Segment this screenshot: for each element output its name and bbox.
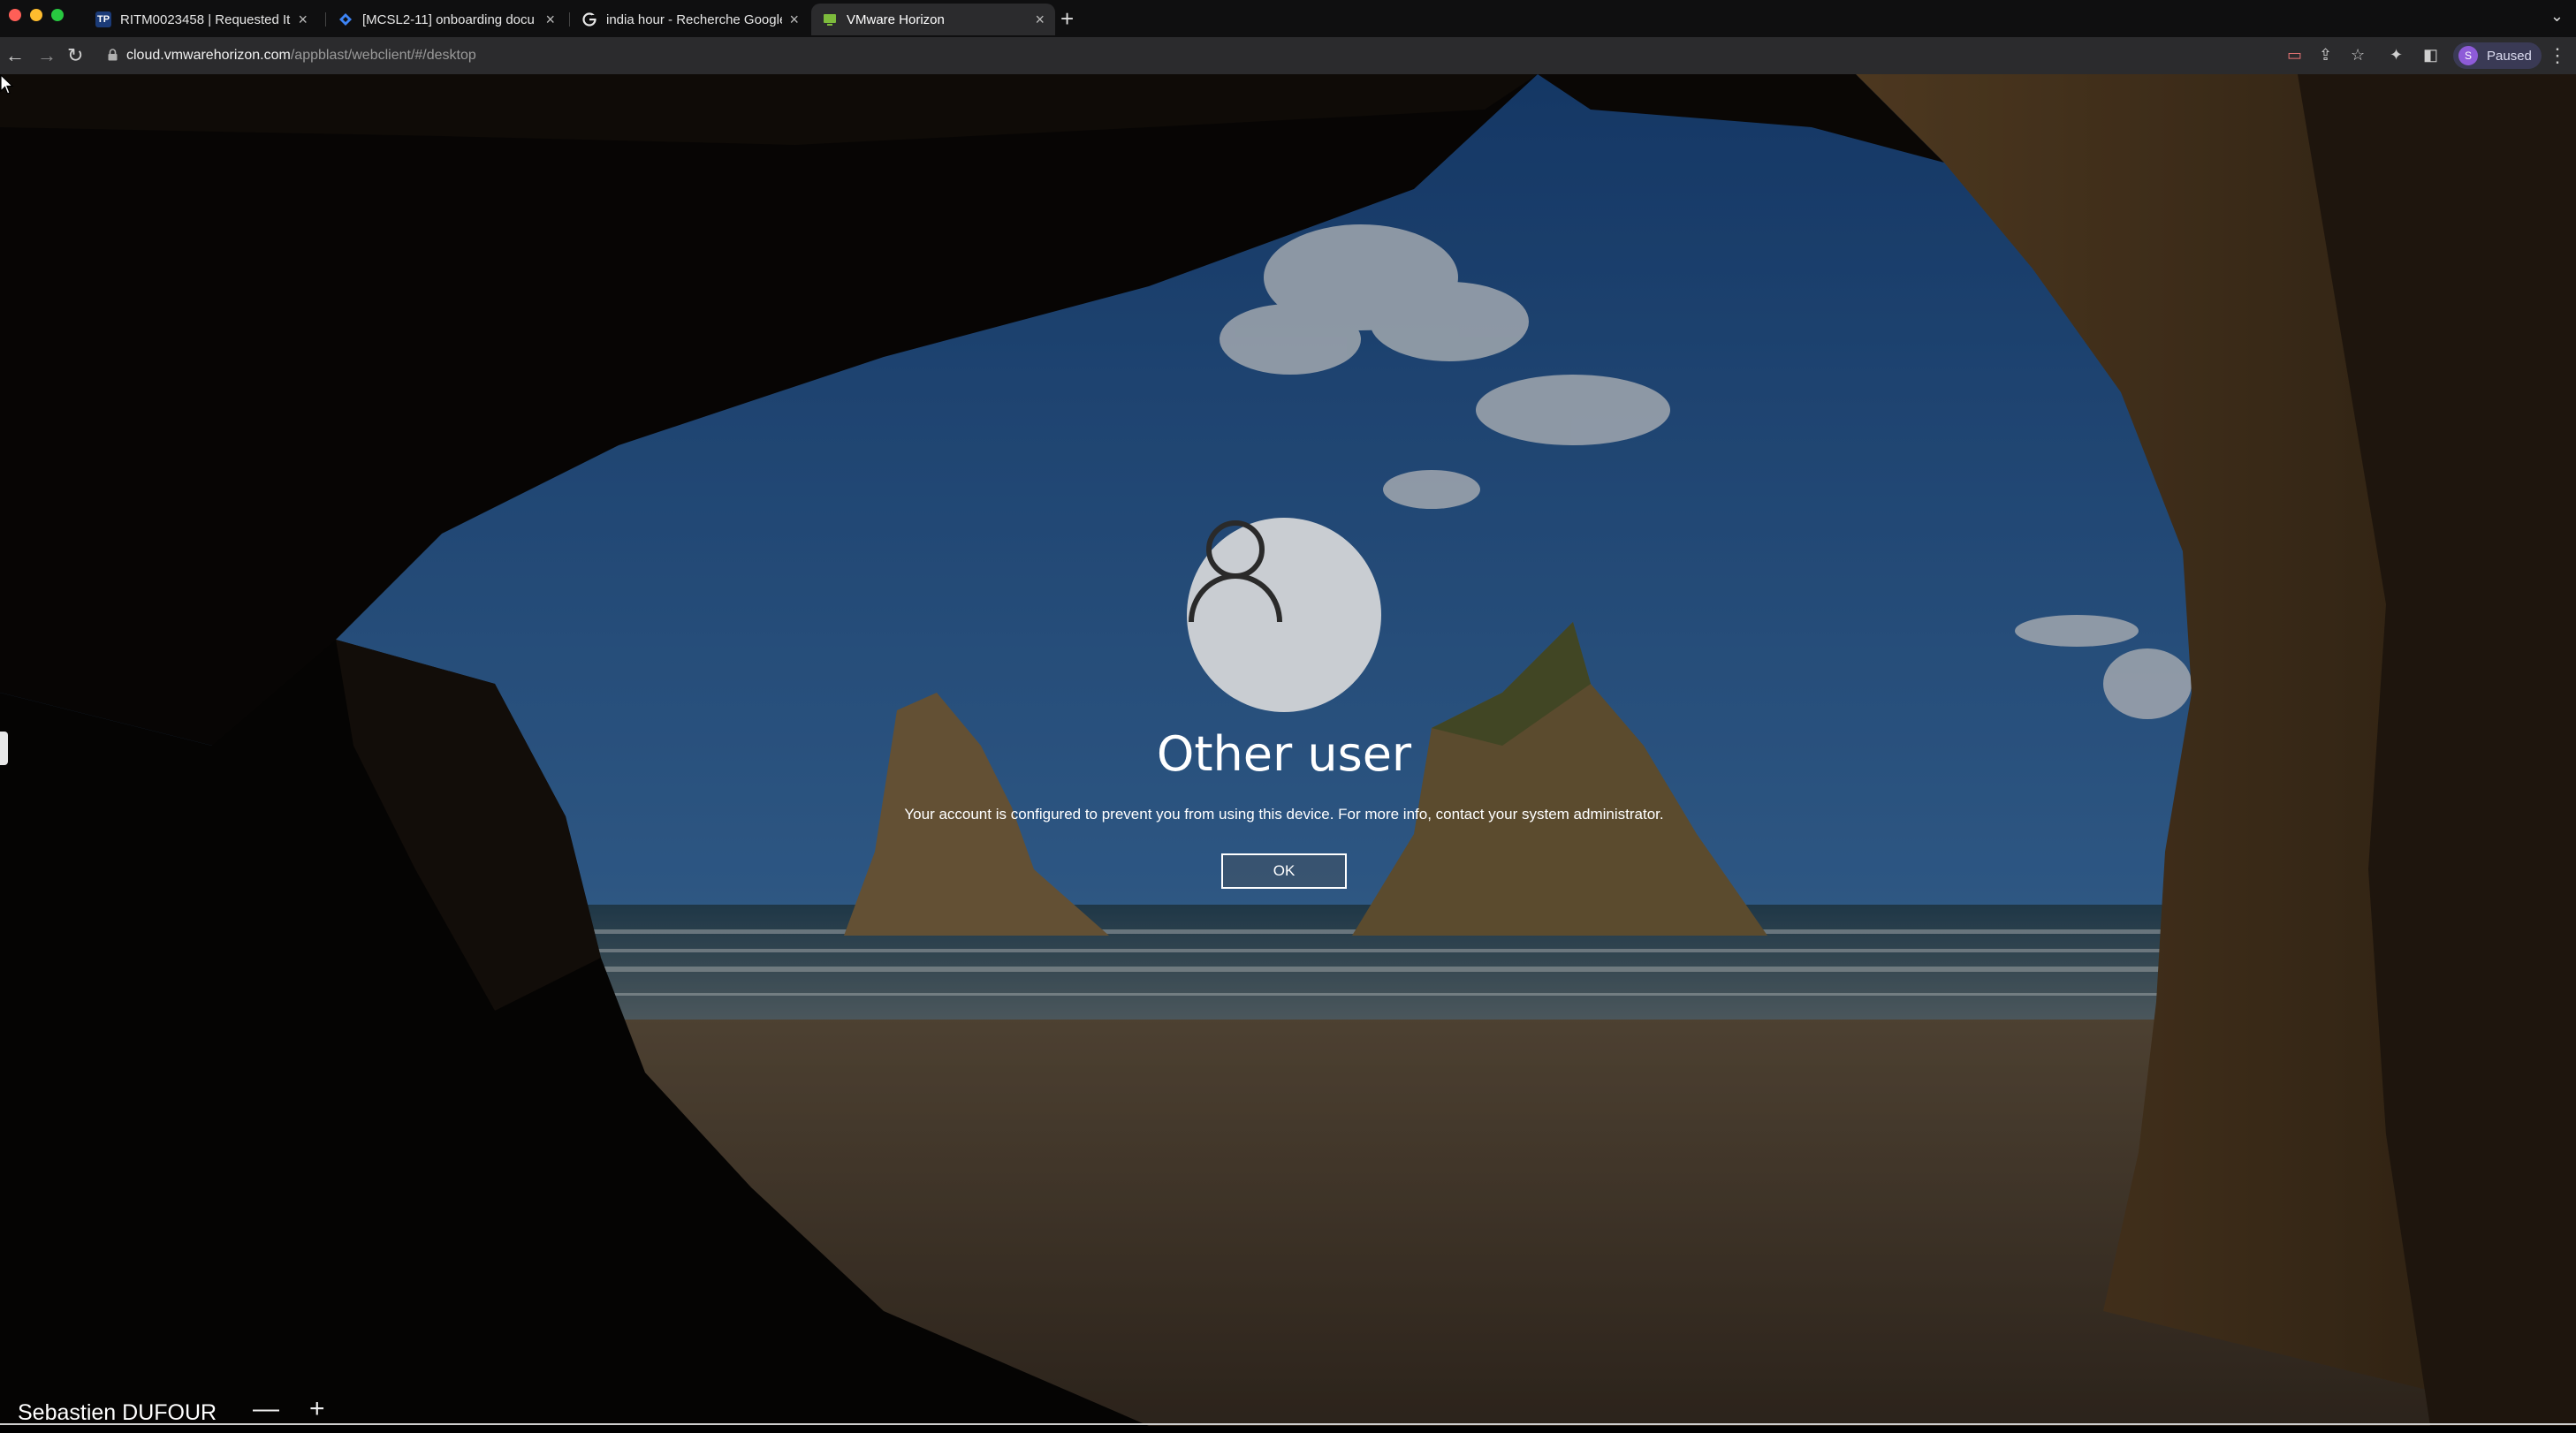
close-icon[interactable]: ×	[789, 11, 799, 29]
tab-title: VMware Horizon	[847, 11, 945, 27]
ok-button[interactable]: OK	[1221, 853, 1347, 889]
profile-status: Paused	[2487, 48, 2532, 64]
forward-arrow-icon[interactable]: →	[37, 44, 57, 67]
browser-toolbar: ← → ↻ cloud.vmwarehorizon.com/appblast/w…	[0, 37, 2576, 74]
session-user-name: Sebastien DUFOUR	[18, 1400, 217, 1425]
mouse-cursor-icon	[0, 74, 14, 95]
bottom-bar-divider	[0, 1423, 2576, 1425]
url-path: /appblast/webclient/#/desktop	[290, 48, 476, 63]
tab-vmware-horizon[interactable]: VMware Horizon ×	[811, 4, 1055, 35]
close-icon[interactable]: ×	[1035, 11, 1045, 29]
profile-avatar: S	[2458, 46, 2478, 65]
close-icon[interactable]: ×	[298, 11, 308, 29]
extensions-puzzle-icon[interactable]: ✦	[2390, 46, 2403, 64]
tab-divider	[569, 12, 570, 27]
tab-divider	[325, 12, 326, 27]
tab-title: india hour - Recherche Google	[606, 11, 783, 27]
url-host: cloud.vmwarehorizon.com	[126, 48, 291, 63]
lock-icon	[108, 48, 118, 64]
minimize-session-button[interactable]: —	[253, 1394, 279, 1424]
browser-tab-bar: TP RITM0023458 | Requested Ite × [MCSL2-…	[0, 0, 2576, 37]
cast-icon[interactable]: ▭	[2287, 46, 2302, 64]
tab-search-chevron-icon[interactable]: ⌄	[2550, 7, 2564, 26]
tab-ritm[interactable]: TP RITM0023458 | Requested Ite ×	[85, 4, 318, 35]
share-icon[interactable]: ⇪	[2319, 46, 2332, 64]
tab-title: [MCSL2-11] onboarding docu	[362, 11, 535, 27]
tp-logo-icon: TP	[95, 11, 111, 27]
vmware-icon	[822, 11, 838, 27]
remote-desktop[interactable]: Other user Your account is configured to…	[0, 74, 2576, 1426]
account-restriction-message: Your account is configured to prevent yo…	[904, 806, 1664, 823]
address-bar[interactable]: cloud.vmwarehorizon.com/appblast/webclie…	[99, 42, 2246, 69]
add-session-button[interactable]: +	[309, 1394, 325, 1424]
tab-jira[interactable]: [MCSL2-11] onboarding docu ×	[327, 4, 566, 35]
jira-diamond-icon	[338, 11, 353, 27]
person-icon	[1189, 520, 1282, 623]
google-g-icon	[581, 11, 597, 27]
bookmark-star-icon[interactable]: ☆	[2351, 46, 2365, 64]
tab-title: RITM0023458 | Requested Ite	[120, 11, 292, 27]
maximize-window-button[interactable]	[51, 9, 64, 21]
profile-button[interactable]: S Paused	[2453, 42, 2542, 69]
sidebar-toggle-handle[interactable]	[0, 732, 8, 765]
reload-icon[interactable]: ↻	[67, 44, 83, 67]
tab-google[interactable]: india hour - Recherche Google ×	[571, 4, 809, 35]
side-panel-icon[interactable]: ◧	[2423, 46, 2438, 64]
new-tab-button[interactable]: +	[1060, 5, 1074, 33]
user-avatar	[1187, 518, 1381, 712]
lock-screen-username: Other user	[1156, 726, 1412, 782]
browser-menu-icon[interactable]: ⋮	[2548, 44, 2567, 67]
back-arrow-icon[interactable]: ←	[5, 44, 25, 67]
close-window-button[interactable]	[9, 9, 21, 21]
close-icon[interactable]: ×	[545, 11, 555, 29]
minimize-window-button[interactable]	[30, 9, 42, 21]
